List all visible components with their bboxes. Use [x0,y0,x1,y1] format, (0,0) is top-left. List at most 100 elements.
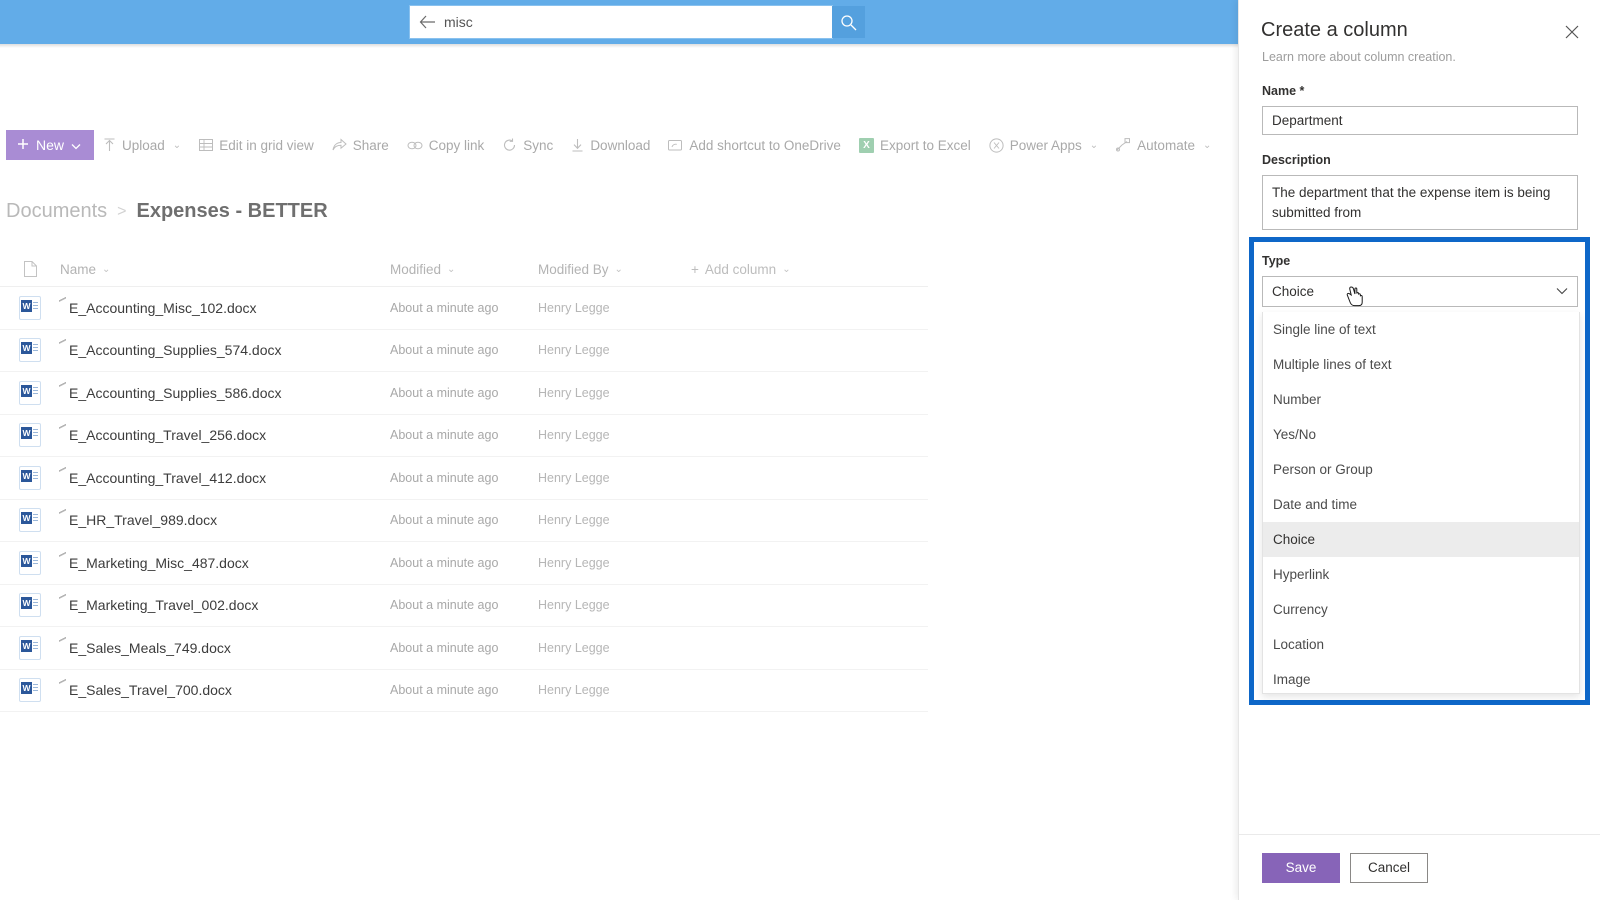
breadcrumb-current: Expenses - BETTER [136,200,328,222]
column-header-name[interactable]: Name ⌄ [60,262,390,277]
toolbar-label: Download [590,137,651,153]
table-row[interactable]: E_Marketing_Travel_002.docx About a minut… [0,585,928,627]
file-modified-cell: About a minute ago [390,683,499,698]
search-input[interactable] [444,7,832,37]
name-field-group: Name * [1262,84,1578,135]
type-select[interactable]: Choice [1262,276,1578,307]
panel-subtitle[interactable]: Learn more about column creation. [1262,50,1456,64]
type-dropdown-list[interactable]: Single line of text Multiple lines of tex… [1262,312,1580,694]
word-file-icon [0,678,60,703]
table-row[interactable]: E_Sales_Meals_749.docx About a minute ago… [0,627,928,670]
file-type-icon-column-header[interactable] [0,261,60,277]
chevron-down-icon [1556,286,1568,298]
back-arrow-icon[interactable] [410,15,444,29]
file-modified-cell: About a minute ago [390,470,499,485]
table-row[interactable]: E_HR_Travel_989.docx About a minute ago He… [0,500,928,542]
file-modified-by-cell: Henry Legge [538,385,610,400]
search-box[interactable] [410,6,832,38]
file-name-link[interactable]: E_Accounting_Travel_256.docx [58,422,266,443]
breadcrumb-documents[interactable]: Documents [6,200,107,223]
table-row[interactable]: E_Marketing_Misc_487.docx About a minute … [0,542,928,585]
cancel-button[interactable]: Cancel [1350,852,1428,883]
file-modified-by-cell: Henry Legge [538,683,610,698]
file-name-link[interactable]: E_Accounting_Misc_102.docx [59,294,257,316]
file-name-link[interactable]: E_Sales_Meals_749.docx [59,634,231,656]
type-option-yes-no[interactable]: Yes/No [1263,417,1579,452]
type-label: Type [1262,254,1291,268]
file-modified-cell: About a minute ago [390,300,499,315]
file-list-body: E_Accounting_Misc_102.docx About a minute… [0,287,928,712]
type-option-location[interactable]: Location [1263,627,1579,662]
file-name-link[interactable]: E_Accounting_Supplies_574.docx [59,337,282,358]
toolbar-item-export-to-excel[interactable]: X Export to Excel [850,129,980,161]
column-header-modified[interactable]: Modified ⌄ [390,262,538,277]
new-button[interactable]: New [6,130,95,160]
file-name-link[interactable]: E_Accounting_Supplies_586.docx [59,379,282,401]
type-option-choice[interactable]: Choice [1263,522,1579,557]
type-option-number[interactable]: Number [1263,382,1579,417]
table-row[interactable]: E_Sales_Travel_700.docx About a minute ag… [0,670,928,712]
table-row[interactable]: E_Accounting_Supplies_574.docx About a mi… [0,330,928,372]
toolbar-item-add-shortcut-to-onedrive[interactable]: Add shortcut to OneDrive [659,129,850,161]
toolbar-label: Share [352,137,389,153]
file-name-link[interactable]: E_Marketing_Misc_487.docx [59,549,249,571]
file-modified-by-cell: Henry Legge [538,343,610,358]
plus-icon [17,137,29,153]
close-icon[interactable] [1560,20,1584,44]
chevron-down-icon: ⌄ [102,263,111,275]
toolbar-item-download[interactable]: Download [562,129,659,161]
create-column-panel: Create a column Learn more about column … [1238,0,1600,900]
column-header-label: Name [60,261,97,277]
column-header-modified-by[interactable]: Modified By ⌄ [538,262,691,277]
type-option-single-line-of-text[interactable]: Single line of text [1263,312,1579,347]
top-search-bar [0,0,1239,44]
upload-icon [103,138,116,152]
type-option-person-or-group[interactable]: Person or Group [1263,452,1579,487]
word-file-icon [0,295,60,320]
word-file-icon [0,380,60,405]
file-modified-by-cell: Henry Legge [538,555,610,570]
file-modified-cell: About a minute ago [390,343,499,358]
type-option-hyperlink[interactable]: Hyperlink [1263,557,1579,592]
toolbar-item-edit-in-grid-view[interactable]: Edit in grid view [190,129,323,161]
add-column-button[interactable]: + Add column ⌄ [691,262,928,277]
word-file-icon [0,550,60,575]
type-option-image[interactable]: Image [1263,662,1579,693]
save-button[interactable]: Save [1262,852,1340,883]
file-list: Name ⌄ Modified ⌄ Modified By ⌄ + Add co… [0,252,928,712]
file-name-link[interactable]: E_HR_Travel_989.docx [58,507,217,528]
word-file-icon [0,338,60,363]
type-option-multiple-lines-of-text[interactable]: Multiple lines of text [1263,347,1579,382]
automate-icon [1116,138,1131,152]
table-row[interactable]: E_Accounting_Misc_102.docx About a minute… [0,287,928,330]
file-modified-cell: About a minute ago [390,598,499,613]
table-row[interactable]: E_Accounting_Travel_412.docx About a minu… [0,457,928,500]
toolbar-label: Upload [122,137,165,153]
file-list-header: Name ⌄ Modified ⌄ Modified By ⌄ + Add co… [0,252,928,287]
toolbar-item-copy-link[interactable]: Copy link [398,129,494,161]
search-icon[interactable] [832,6,865,38]
file-name-link[interactable]: E_Sales_Travel_700.docx [59,677,232,698]
description-textarea[interactable] [1262,175,1578,230]
toolbar-label: Copy link [428,137,485,153]
table-row[interactable]: E_Accounting_Supplies_586.docx About a mi… [0,372,928,415]
toolbar-label: Edit in grid view [219,137,314,153]
plus-icon: + [691,261,699,277]
excel-icon: X [858,137,874,153]
file-name-link[interactable]: E_Accounting_Travel_412.docx [58,464,266,486]
link-icon [407,139,423,152]
type-option-date-and-time[interactable]: Date and time [1263,487,1579,522]
toolbar-item-upload[interactable]: Upload ⌄ [94,129,190,161]
word-file-icon [0,593,60,618]
toolbar-item-automate[interactable]: Automate ⌄ [1107,129,1220,161]
file-name-link[interactable]: E_Marketing_Travel_002.docx [58,592,258,613]
file-modified-cell: About a minute ago [390,385,499,400]
toolbar-item-share[interactable]: Share [323,129,398,161]
name-input[interactable] [1262,106,1578,135]
table-row[interactable]: E_Accounting_Travel_256.docx About a minu… [0,415,928,457]
toolbar-item-sync[interactable]: Sync [493,129,562,161]
toolbar-item-power-apps[interactable]: Power Apps ⌄ [980,129,1107,161]
name-label: Name * [1262,84,1305,98]
type-option-currency[interactable]: Currency [1263,592,1579,627]
add-column-label: Add column [704,261,777,277]
